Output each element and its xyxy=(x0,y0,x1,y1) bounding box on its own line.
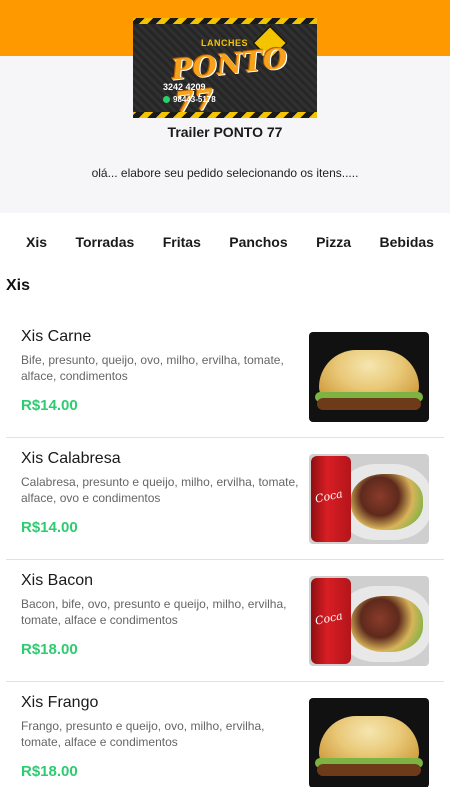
menu-item-price: R$18.00 xyxy=(21,641,78,658)
logo-whatsapp: 98443-5178 xyxy=(163,95,216,104)
logo-whatsapp-number: 98443-5178 xyxy=(173,95,216,104)
menu-item-photo[interactable] xyxy=(309,698,429,787)
burger-meat xyxy=(317,398,421,410)
menu-item[interactable]: Xis Bacon Bacon, bife, ovo, presunto e q… xyxy=(6,560,444,682)
menu-item-photo[interactable] xyxy=(309,332,429,422)
menu-item-name: Xis Carne xyxy=(21,328,92,345)
category-tab-pizza[interactable]: Pizza xyxy=(316,234,351,250)
whatsapp-icon xyxy=(163,96,170,104)
photo-soda-can: Coca xyxy=(311,456,351,542)
menu-item[interactable]: Xis Carne Bife, presunto, queijo, ovo, m… xyxy=(6,316,444,438)
soda-can-logo: Coca xyxy=(313,609,344,628)
menu-item-name: Xis Calabresa xyxy=(21,450,121,467)
store-logo: LANCHES PONTO 77 3242 4209 98443-5178 xyxy=(133,18,317,118)
category-nav: Xis Torradas Fritas Panchos Pizza Bebida… xyxy=(0,226,450,258)
logo-stripe-top xyxy=(133,18,317,24)
menu-item-photo[interactable]: Coca xyxy=(309,454,429,544)
photo-food xyxy=(351,474,423,530)
category-tab-panchos[interactable]: Panchos xyxy=(229,234,287,250)
category-tab-bebidas[interactable]: Bebidas xyxy=(380,234,434,250)
photo-soda-can: Coca xyxy=(311,578,351,664)
category-tab-torradas[interactable]: Torradas xyxy=(75,234,134,250)
logo-brand: PONTO 77 xyxy=(169,41,290,118)
menu-item-price: R$18.00 xyxy=(21,763,78,780)
menu-item[interactable]: Xis Calabresa Calabresa, presunto e quei… xyxy=(6,438,444,560)
store-message: olá... elabore seu pedido selecionando o… xyxy=(91,166,359,180)
logo-phone: 3242 4209 xyxy=(163,82,206,92)
menu-item-description: Bacon, bife, ovo, presunto e queijo, mil… xyxy=(21,597,287,627)
menu-item-price: R$14.00 xyxy=(21,397,78,414)
menu-item-name: Xis Bacon xyxy=(21,572,94,589)
photo-food xyxy=(351,596,423,652)
menu-item-price: R$14.00 xyxy=(21,519,78,536)
logo-stripe-bottom xyxy=(133,112,317,118)
menu-item-name: Xis Frango xyxy=(21,694,99,711)
store-name: Trailer PONTO 77 xyxy=(167,124,283,140)
section-title: Xis xyxy=(6,277,31,294)
menu-item-description: Bife, presunto, queijo, ovo, milho, ervi… xyxy=(21,353,284,383)
menu-item-description: Frango, presunto e queijo, ovo, milho, e… xyxy=(21,719,265,749)
menu-item-photo[interactable]: Coca xyxy=(309,576,429,666)
category-tab-fritas[interactable]: Fritas xyxy=(163,234,201,250)
menu-item-description: Calabresa, presunto e queijo, milho, erv… xyxy=(21,475,299,505)
menu-item-list: Xis Carne Bife, presunto, queijo, ovo, m… xyxy=(6,316,444,787)
menu-item[interactable]: Xis Frango Frango, presunto e queijo, ov… xyxy=(6,682,444,787)
burger-meat xyxy=(317,764,421,776)
category-tab-xis[interactable]: Xis xyxy=(26,234,47,250)
soda-can-logo: Coca xyxy=(313,487,344,506)
